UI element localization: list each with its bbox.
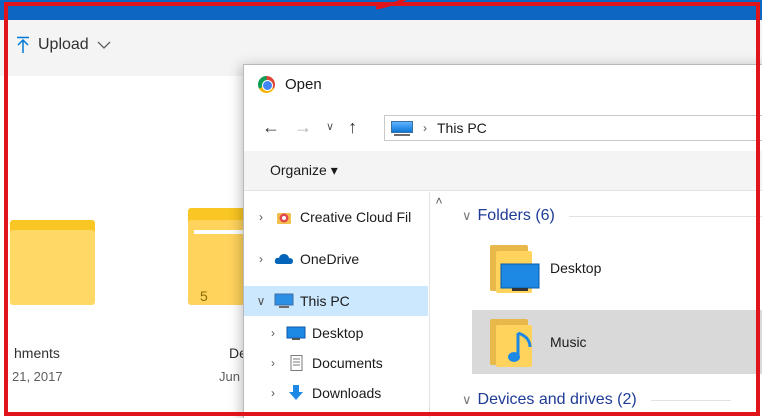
chevron-right-icon[interactable]: › bbox=[266, 386, 280, 400]
chevron-down-icon[interactable]: ∨ bbox=[254, 294, 268, 308]
open-file-dialog: Open ← → ∨ ↑ › This PC Organize ▾ › Crea… bbox=[243, 64, 762, 418]
folder-date: 21, 2017 bbox=[12, 369, 63, 384]
breadcrumb-this-pc[interactable]: This PC bbox=[437, 120, 487, 136]
upload-label: Upload bbox=[38, 36, 89, 53]
tree-item-label: OneDrive bbox=[300, 251, 360, 267]
this-pc-icon bbox=[391, 120, 413, 136]
tree-item-label: Documents bbox=[312, 355, 383, 371]
upload-icon bbox=[16, 36, 30, 54]
group-divider bbox=[568, 215, 762, 217]
group-header-folders[interactable]: ∨ Folders (6) bbox=[462, 204, 762, 228]
address-bar[interactable]: › This PC bbox=[384, 115, 762, 141]
creative-cloud-icon bbox=[274, 209, 294, 225]
chevron-right-icon[interactable]: › bbox=[254, 252, 268, 266]
folder-tile-attachments[interactable] bbox=[0, 210, 100, 305]
folder-tile-documents[interactable] bbox=[188, 208, 248, 305]
folder-item-count: 5 bbox=[200, 288, 208, 304]
tree-item-desktop[interactable]: › Desktop bbox=[244, 318, 428, 348]
tree-item-label: Desktop bbox=[312, 325, 364, 341]
folder-tile-music[interactable]: Music bbox=[472, 310, 762, 374]
tree-item-downloads[interactable]: › Downloads bbox=[244, 378, 428, 408]
navigation-row: ← → ∨ ↑ › This PC bbox=[244, 109, 762, 145]
group-header-devices-and-drives[interactable]: ∨ Devices and drives (2) bbox=[462, 388, 731, 412]
scroll-up-arrow-icon[interactable]: ˄ bbox=[430, 192, 448, 210]
chevron-right-icon[interactable]: › bbox=[254, 210, 268, 224]
tile-label: Desktop bbox=[550, 260, 602, 276]
downloads-icon bbox=[286, 385, 306, 401]
chevron-right-icon[interactable]: › bbox=[266, 326, 280, 340]
dialog-title: Open bbox=[285, 75, 322, 93]
tree-item-documents[interactable]: › Documents bbox=[244, 348, 428, 378]
chrome-icon bbox=[258, 75, 275, 93]
content-pane: ∨ Folders (6) Desktop Music ∨ Devices an… bbox=[450, 192, 762, 418]
dialog-title-bar: Open bbox=[244, 65, 762, 103]
chevron-down-icon bbox=[97, 40, 111, 50]
up-arrow-icon[interactable]: ↑ bbox=[348, 118, 357, 136]
onedrive-cloud-icon bbox=[274, 251, 294, 267]
chevron-right-icon[interactable]: › bbox=[266, 356, 280, 370]
desktop-folder-icon bbox=[486, 241, 540, 295]
tree-item-label: Creative Cloud Fil bbox=[300, 209, 412, 225]
tree-item-label: This PC bbox=[300, 293, 350, 309]
tree-item-creative-cloud[interactable]: › Creative Cloud Fil bbox=[244, 202, 428, 232]
chevron-down-icon: ∨ bbox=[462, 208, 472, 223]
app-top-bar bbox=[0, 0, 762, 20]
tile-label: Music bbox=[550, 334, 587, 350]
tree-item-onedrive[interactable]: › OneDrive bbox=[244, 244, 428, 274]
back-arrow-icon[interactable]: ← bbox=[262, 118, 280, 136]
navigation-pane: › Creative Cloud Fil › OneDrive ∨ This P… bbox=[244, 192, 430, 418]
recent-locations-chevron-icon[interactable]: ∨ bbox=[326, 121, 334, 133]
folder-date: Jun bbox=[219, 369, 240, 384]
upload-button[interactable]: Upload bbox=[16, 36, 111, 54]
tree-item-label: Downloads bbox=[312, 385, 382, 401]
breadcrumb-separator-icon: › bbox=[423, 121, 427, 135]
chevron-down-icon: ∨ bbox=[462, 392, 472, 407]
folder-name: hments bbox=[14, 345, 60, 361]
group-header-label: Folders (6) bbox=[477, 207, 555, 224]
tree-item-this-pc[interactable]: ∨ This PC bbox=[244, 286, 428, 316]
folder-tile-desktop[interactable]: Desktop bbox=[472, 236, 762, 300]
this-pc-icon bbox=[274, 293, 294, 309]
forward-arrow-icon[interactable]: → bbox=[294, 118, 312, 136]
documents-icon bbox=[286, 355, 306, 371]
group-header-label: Devices and drives (2) bbox=[477, 391, 637, 408]
desktop-icon bbox=[286, 325, 306, 341]
command-bar: Organize ▾ bbox=[244, 151, 762, 191]
organize-button[interactable]: Organize ▾ bbox=[270, 162, 338, 179]
group-divider bbox=[650, 399, 731, 401]
music-folder-icon bbox=[486, 315, 536, 369]
